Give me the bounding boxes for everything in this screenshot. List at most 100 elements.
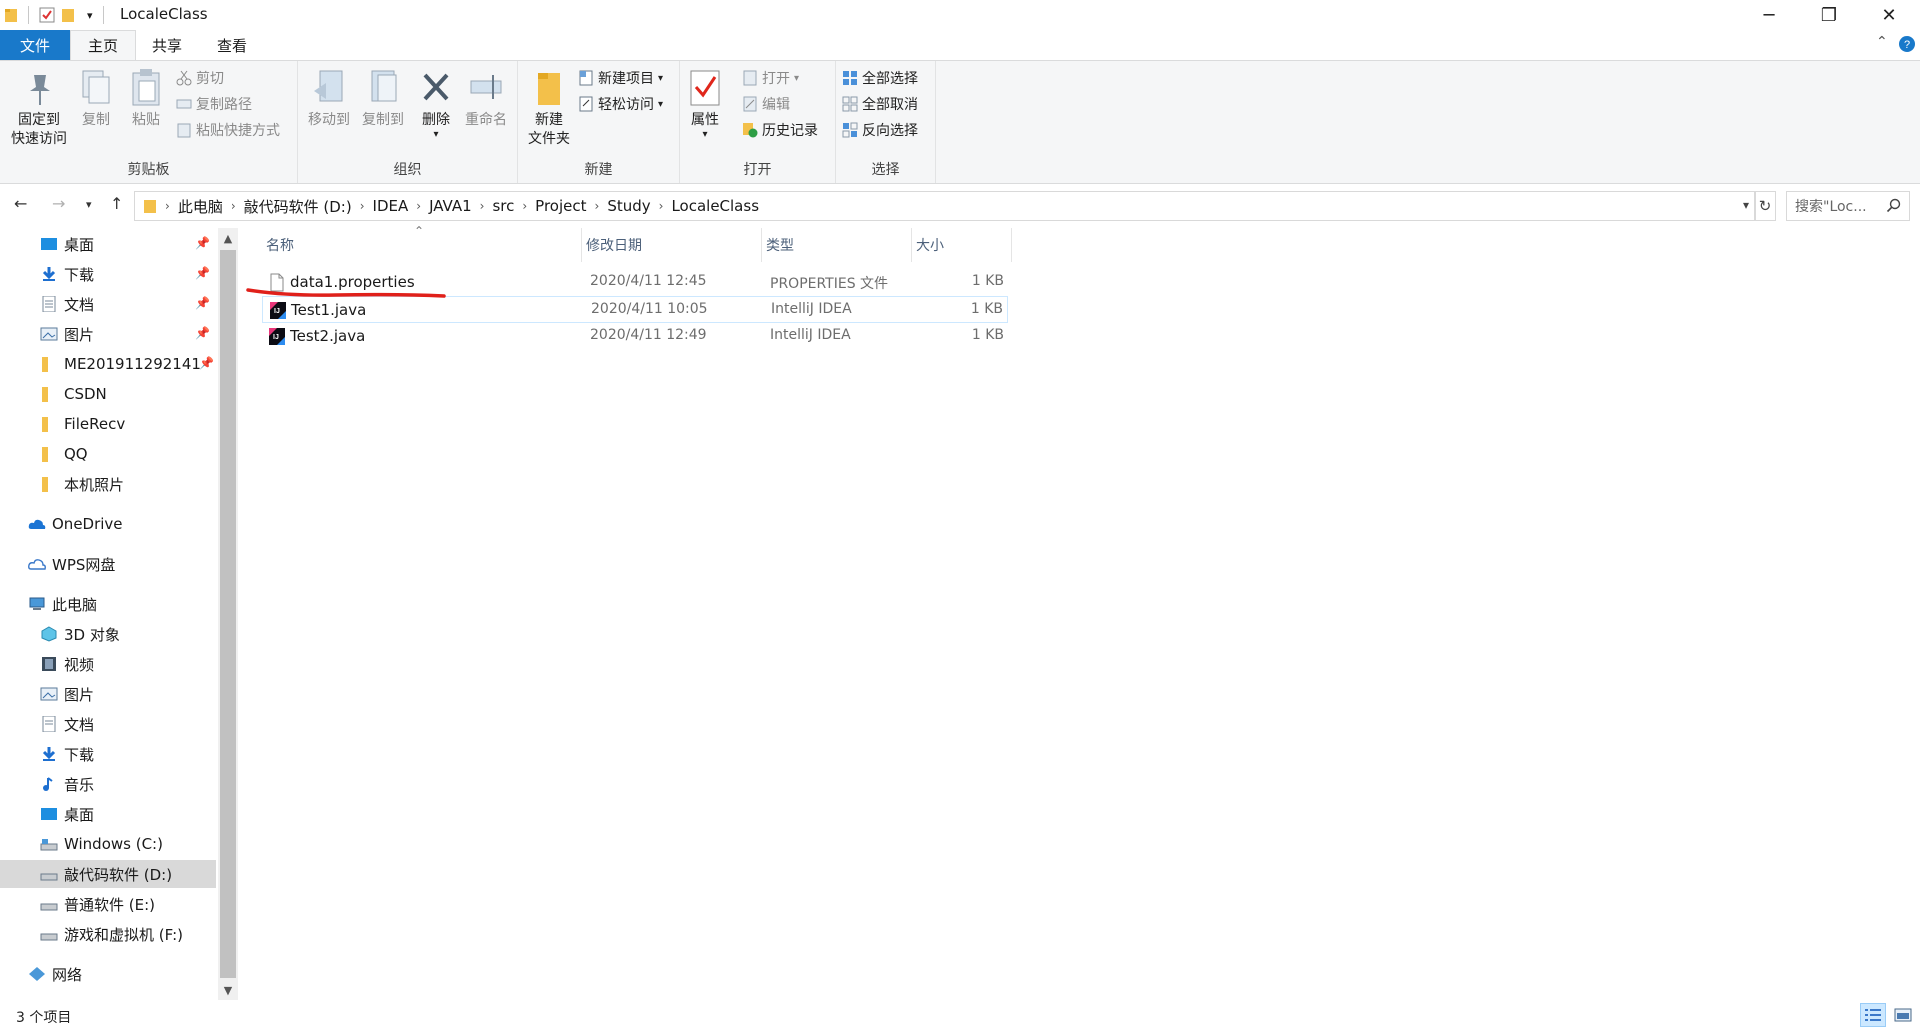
- chevron-right-icon[interactable]: ›: [480, 199, 485, 213]
- breadcrumb-project[interactable]: Project: [535, 197, 586, 215]
- properties-button[interactable]: 属性 ▾: [686, 67, 724, 140]
- delete-button[interactable]: 删除 ▾: [416, 67, 456, 140]
- nav-item-desktop-pc[interactable]: 桌面: [0, 800, 216, 828]
- details-view-button[interactable]: [1860, 1003, 1886, 1027]
- invert-selection-button[interactable]: 反向选择: [842, 119, 918, 141]
- edit-button[interactable]: 编辑: [742, 93, 790, 115]
- address-history-dropdown-icon[interactable]: ▾: [1743, 198, 1749, 212]
- pin-icon[interactable]: 📌: [199, 356, 214, 370]
- nav-item-label: Windows (C:): [64, 835, 163, 853]
- column-header-type[interactable]: 类型: [762, 228, 912, 262]
- copy-path-button[interactable]: 复制路径: [176, 93, 252, 115]
- nav-item-csdn[interactable]: CSDN: [0, 380, 216, 408]
- forward-arrow-icon[interactable]: →: [52, 194, 65, 213]
- nav-item-drive-c[interactable]: Windows (C:): [0, 830, 216, 858]
- tab-share[interactable]: 共享: [136, 30, 198, 60]
- easy-access-button[interactable]: 轻松访问 ▾: [578, 93, 663, 115]
- tab-home[interactable]: 主页: [70, 30, 136, 60]
- recent-locations-icon[interactable]: ▾: [86, 198, 92, 211]
- chevron-right-icon[interactable]: ›: [165, 199, 170, 213]
- breadcrumb-study[interactable]: Study: [607, 197, 650, 215]
- breadcrumb-idea[interactable]: IDEA: [373, 197, 409, 215]
- pin-icon[interactable]: 📌: [195, 266, 210, 280]
- nav-item-me201911292141[interactable]: ME201911292141 📌: [0, 350, 216, 378]
- nav-item-pictures-pc[interactable]: 图片: [0, 680, 216, 708]
- help-icon[interactable]: ?: [1898, 35, 1916, 53]
- nav-item-qq[interactable]: QQ: [0, 440, 216, 468]
- customize-qat-icon[interactable]: ▾: [87, 9, 93, 22]
- copy-path-icon: [176, 99, 192, 109]
- select-none-button[interactable]: 全部取消: [842, 93, 918, 115]
- minimize-button[interactable]: ─: [1740, 0, 1798, 30]
- nav-pane-scrollbar[interactable]: ▲ ▼: [218, 228, 238, 1000]
- nav-item-downloads[interactable]: 下载 📌: [0, 260, 216, 288]
- new-item-button[interactable]: 新建项目 ▾: [578, 67, 663, 89]
- open-button[interactable]: 打开 ▾: [742, 67, 799, 89]
- nav-item-onedrive[interactable]: OneDrive: [0, 510, 216, 538]
- chevron-right-icon[interactable]: ›: [416, 199, 421, 213]
- breadcrumb-this-pc[interactable]: 此电脑: [178, 196, 223, 217]
- copy-to-button[interactable]: 复制到: [358, 67, 408, 130]
- scroll-up-icon[interactable]: ▲: [218, 228, 238, 248]
- chevron-right-icon[interactable]: ›: [522, 199, 527, 213]
- search-input[interactable]: 搜索"Loc...: [1786, 191, 1910, 221]
- nav-item-pictures[interactable]: 图片 📌: [0, 320, 216, 348]
- up-arrow-icon[interactable]: ↑: [110, 194, 123, 213]
- nav-item-wps-cloud[interactable]: WPS网盘: [0, 550, 216, 578]
- move-to-button[interactable]: 移动到: [304, 67, 354, 130]
- breadcrumb-java1[interactable]: JAVA1: [429, 197, 472, 215]
- pin-icon[interactable]: 📌: [195, 296, 210, 310]
- pin-icon[interactable]: 📌: [195, 326, 210, 340]
- nav-item-drive-d[interactable]: 敲代码软件 (D:): [0, 860, 216, 888]
- nav-item-drive-f[interactable]: 游戏和虚拟机 (F:): [0, 920, 216, 948]
- nav-item-this-pc[interactable]: 此电脑: [0, 590, 216, 618]
- nav-item-videos[interactable]: 视频: [0, 650, 216, 678]
- close-button[interactable]: ✕: [1860, 0, 1918, 30]
- nav-item-documents-pc[interactable]: 文档: [0, 710, 216, 738]
- nav-item-desktop[interactable]: 桌面 📌: [0, 230, 216, 258]
- column-header-date[interactable]: 修改日期: [582, 228, 762, 262]
- copy-button[interactable]: 复制: [74, 67, 118, 130]
- nav-item-downloads-pc[interactable]: 下载: [0, 740, 216, 768]
- scrollbar-thumb[interactable]: [220, 250, 236, 978]
- nav-item-network[interactable]: 网络: [0, 960, 216, 988]
- history-button[interactable]: 历史记录: [742, 119, 818, 141]
- chevron-right-icon[interactable]: ›: [231, 199, 236, 213]
- chevron-right-icon[interactable]: ›: [360, 199, 365, 213]
- folder-icon: [42, 357, 48, 372]
- breadcrumb-localeclass[interactable]: LocaleClass: [671, 197, 759, 215]
- file-row[interactable]: IJ Test2.java 2020/4/11 12:49 IntelliJ I…: [262, 323, 1008, 350]
- paste-shortcut-button[interactable]: 粘贴快捷方式: [176, 119, 280, 141]
- collapse-ribbon-icon[interactable]: ⌃: [1876, 34, 1888, 50]
- pin-to-quick-access-button[interactable]: 固定到 快速访问: [6, 67, 72, 149]
- column-header-name[interactable]: 名称: [262, 228, 582, 262]
- properties-icon[interactable]: [39, 7, 55, 23]
- breadcrumb-drive-d[interactable]: 敲代码软件 (D:): [244, 196, 352, 217]
- scroll-down-icon[interactable]: ▼: [218, 980, 238, 1000]
- column-header-size[interactable]: 大小: [912, 228, 1012, 262]
- pin-icon[interactable]: 📌: [195, 236, 210, 250]
- nav-item-drive-e[interactable]: 普通软件 (E:): [0, 890, 216, 918]
- chevron-right-icon[interactable]: ›: [595, 199, 600, 213]
- select-all-button[interactable]: 全部选择: [842, 67, 918, 89]
- refresh-button[interactable]: ↻: [1754, 191, 1776, 221]
- nav-item-local-photos[interactable]: 本机照片: [0, 470, 216, 498]
- nav-item-music[interactable]: 音乐: [0, 770, 216, 798]
- search-icon[interactable]: [1886, 198, 1901, 213]
- tab-file[interactable]: 文件: [0, 30, 70, 60]
- new-folder-icon[interactable]: [61, 7, 75, 23]
- nav-item-documents[interactable]: 文档 📌: [0, 290, 216, 318]
- back-arrow-icon[interactable]: ←: [14, 194, 27, 213]
- rename-button[interactable]: 重命名: [460, 67, 512, 130]
- tab-view[interactable]: 查看: [200, 30, 264, 60]
- maximize-button[interactable]: ❐: [1800, 0, 1858, 30]
- address-bar[interactable]: › 此电脑 › 敲代码软件 (D:) › IDEA › JAVA1 › src …: [134, 191, 1756, 221]
- paste-button[interactable]: 粘贴: [124, 67, 168, 130]
- breadcrumb-src[interactable]: src: [492, 197, 514, 215]
- nav-item-filerecv[interactable]: FileRecv: [0, 410, 216, 438]
- large-icons-view-button[interactable]: [1890, 1003, 1916, 1027]
- cut-button[interactable]: 剪切: [176, 67, 224, 89]
- chevron-right-icon[interactable]: ›: [659, 199, 664, 213]
- nav-item-3d-objects[interactable]: 3D 对象: [0, 620, 216, 648]
- new-folder-button[interactable]: 新建 文件夹: [524, 67, 574, 149]
